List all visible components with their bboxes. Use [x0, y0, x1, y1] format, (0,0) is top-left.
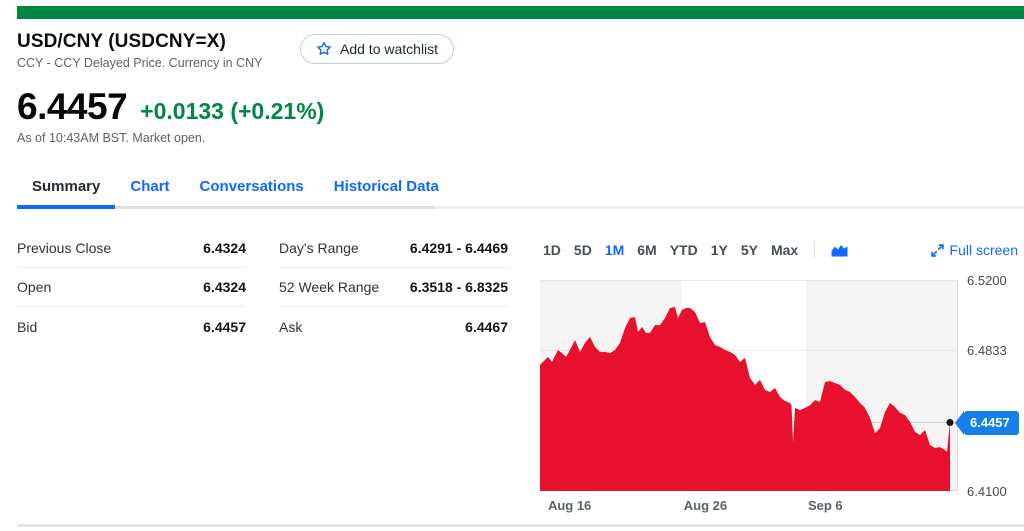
stat-label: Bid [17, 318, 38, 335]
stat-value: 6.3518 - 6.8325 [409, 279, 508, 295]
stat-row-previous-close: Previous Close 6.4324 [17, 229, 246, 268]
stat-value: 6.4467 [465, 318, 508, 335]
add-to-watchlist-button[interactable]: Add to watchlist [300, 34, 455, 64]
stat-row-open: Open 6.4324 [17, 268, 246, 307]
tab-underline-track [115, 206, 435, 209]
x-axis-label: Aug 26 [683, 498, 728, 513]
chart-controls: 1D 5D 1M 6M YTD 1Y 5Y Max Full screen [543, 242, 1018, 258]
stats-column-left: Previous Close 6.4324 Open 6.4324 Bid 6.4457 [17, 229, 246, 346]
stat-value: 6.4324 [203, 279, 246, 295]
range-button-1m[interactable]: 1M [605, 242, 624, 258]
section-divider [435, 206, 1024, 209]
stat-value: 6.4291 - 6.4469 [409, 240, 508, 256]
range-button-ytd[interactable]: YTD [670, 242, 698, 258]
range-button-max[interactable]: Max [771, 242, 798, 258]
active-tab-underline [17, 205, 115, 209]
bottom-divider [17, 524, 1024, 527]
y-axis-label: 6.5200 [967, 273, 1007, 288]
quote-block: 6.4457 +0.0133 (+0.21%) [17, 86, 324, 128]
stat-label: Previous Close [17, 240, 112, 256]
y-axis-label: 6.4833 [967, 343, 1007, 359]
range-button-5y[interactable]: 5Y [741, 242, 758, 258]
controls-divider [814, 242, 816, 258]
summary-stats: Previous Close 6.4324 Open 6.4324 Bid 6.4457 … [17, 229, 508, 346]
tab-chart[interactable]: Chart [115, 174, 184, 200]
stat-row-bid: Bid 6.4457 [17, 307, 246, 346]
tab-historical-data[interactable]: Historical Data [319, 174, 454, 200]
top-accent-bar [17, 6, 1024, 19]
page-title: USD/CNY (USDCNY=X) [17, 31, 226, 52]
range-selector: 1D 5D 1M 6M YTD 1Y 5Y Max [543, 242, 798, 258]
page-subtitle: CCY - CCY Delayed Price. Currency in CNY [17, 56, 263, 70]
range-button-6m[interactable]: 6M [637, 242, 656, 258]
range-button-5d[interactable]: 5D [574, 242, 592, 258]
stat-row-ask: Ask 6.4467 [279, 307, 508, 346]
tab-summary[interactable]: Summary [17, 174, 115, 200]
fullscreen-button[interactable]: Full screen [930, 242, 1018, 258]
add-to-watchlist-label: Add to watchlist [340, 41, 439, 57]
stats-column-right: Day's Range 6.4291 - 6.4469 52 Week Range 6… [279, 229, 508, 346]
tab-conversations[interactable]: Conversations [185, 174, 319, 200]
stat-value: 6.4324 [203, 240, 246, 256]
range-button-1d[interactable]: 1D [543, 242, 561, 258]
range-button-1y[interactable]: 1Y [711, 242, 728, 258]
tab-bar: Summary Chart Conversations Historical Data [17, 174, 454, 200]
star-icon [316, 41, 332, 57]
current-price: 6.4457 [17, 86, 128, 127]
chart-type-button[interactable] [831, 244, 848, 257]
badge-value: 6.4457 [964, 410, 1019, 435]
area-chart-icon [831, 244, 848, 257]
stat-label: Open [17, 279, 52, 295]
stat-row-day-s-range: Day's Range 6.4291 - 6.4469 [279, 229, 508, 268]
x-axis-label: Sep 6 [807, 498, 843, 513]
stat-label: 52 Week Range [279, 279, 380, 295]
stat-label: Day's Range [279, 240, 359, 256]
fullscreen-label: Full screen [949, 242, 1018, 258]
price-chart[interactable] [540, 280, 958, 491]
y-axis-label: 6.4100 [967, 484, 1007, 499]
price-change: +0.0133 (+0.21%) [140, 98, 325, 124]
stat-value: 6.4457 [203, 318, 246, 335]
x-axis-label: Aug 16 [547, 498, 592, 513]
badge-pointer [955, 410, 964, 435]
stat-row-52-week-range: 52 Week Range 6.3518 - 6.8325 [279, 268, 508, 307]
expand-icon [930, 243, 944, 257]
current-price-badge: 6.4457 [955, 410, 1019, 435]
stat-label: Ask [279, 318, 303, 335]
as-of-status: As of 10:43AM BST. Market open. [17, 131, 206, 145]
